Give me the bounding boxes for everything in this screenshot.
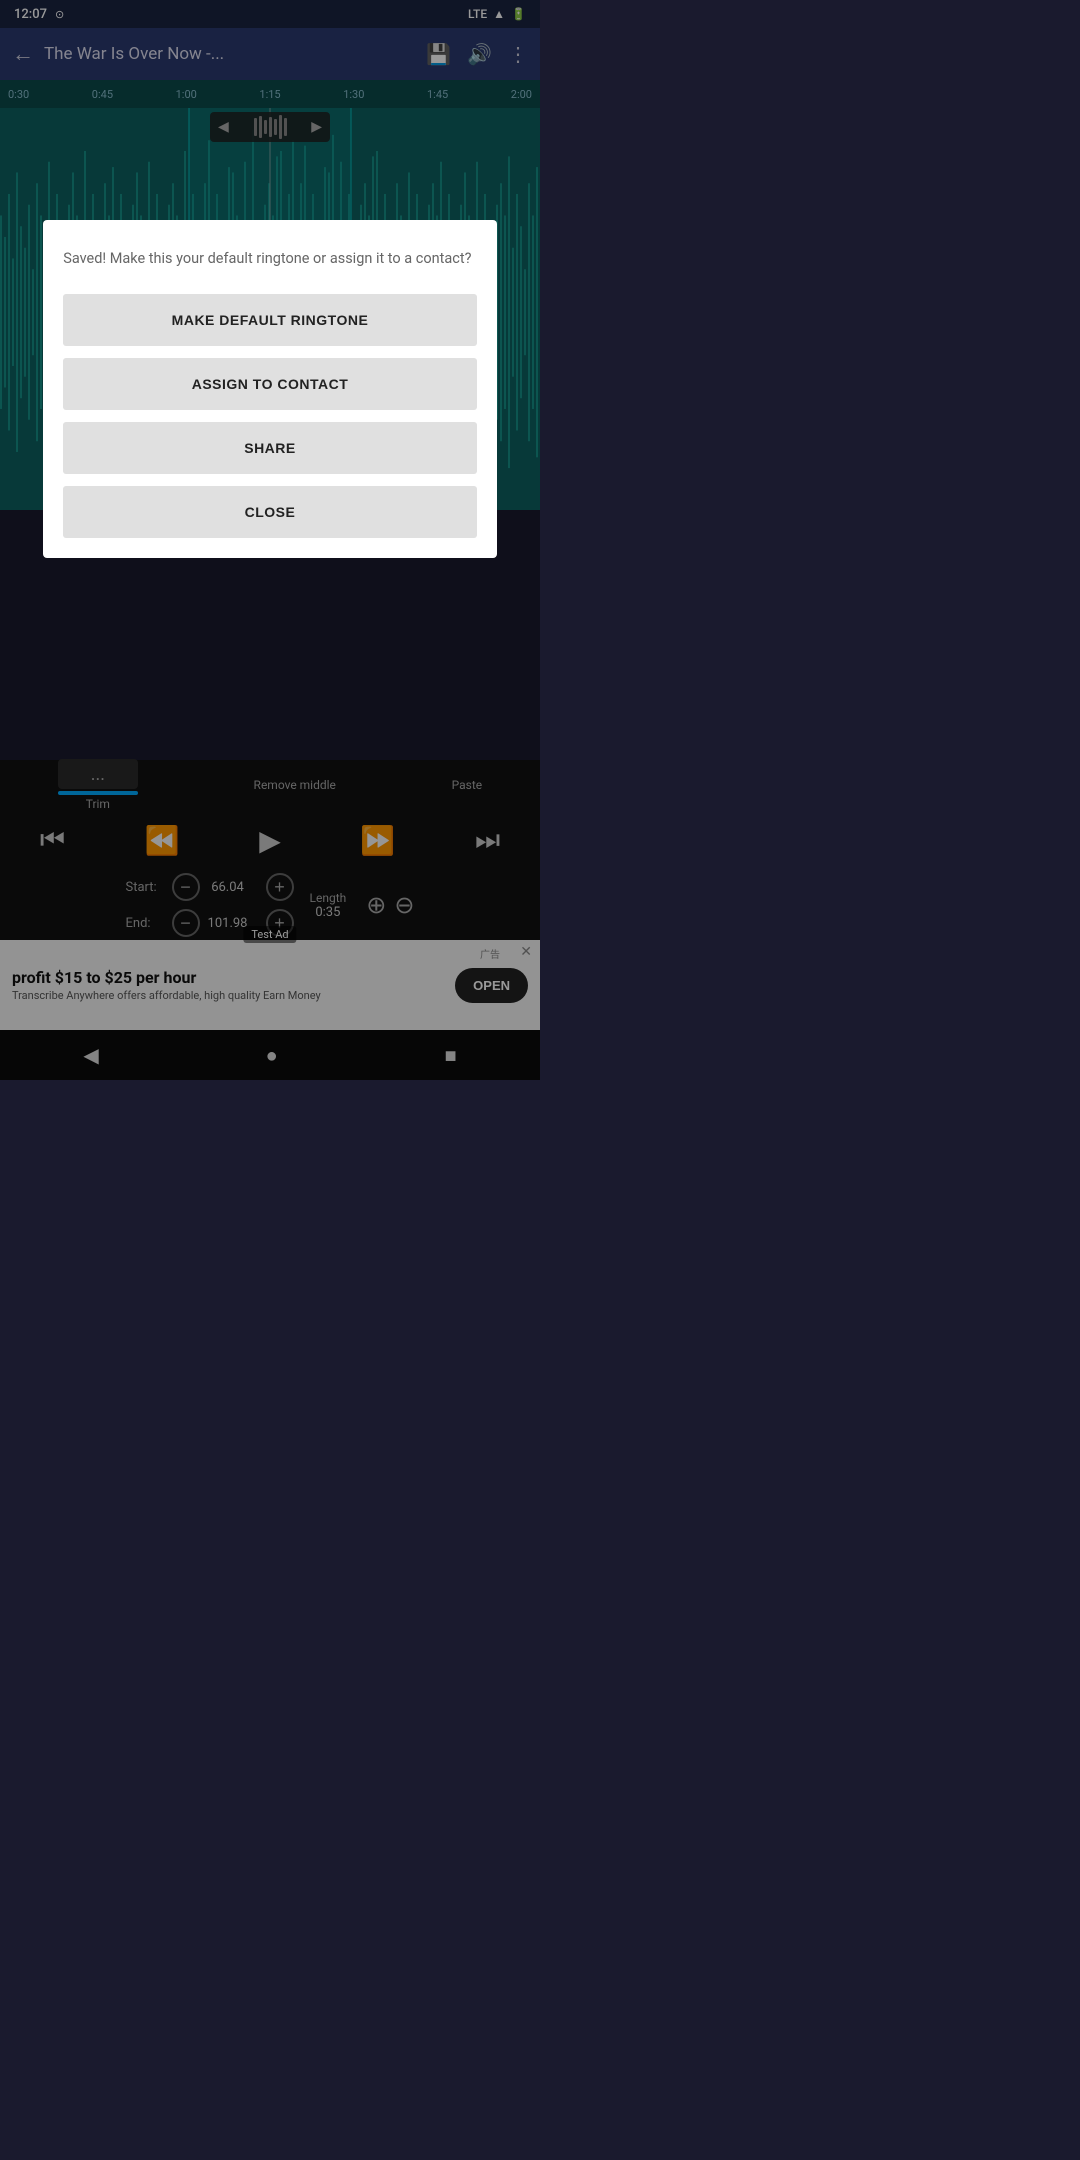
make-default-ringtone-button[interactable]: MAKE DEFAULT RINGTONE xyxy=(63,294,477,346)
dialog-overlay: Saved! Make this your default ringtone o… xyxy=(0,0,540,1080)
close-button[interactable]: CLOSE xyxy=(63,486,477,538)
assign-to-contact-button[interactable]: ASSIGN TO CONTACT xyxy=(63,358,477,410)
dialog-message: Saved! Make this your default ringtone o… xyxy=(63,248,477,270)
dialog: Saved! Make this your default ringtone o… xyxy=(43,220,497,558)
share-button[interactable]: SHARE xyxy=(63,422,477,474)
